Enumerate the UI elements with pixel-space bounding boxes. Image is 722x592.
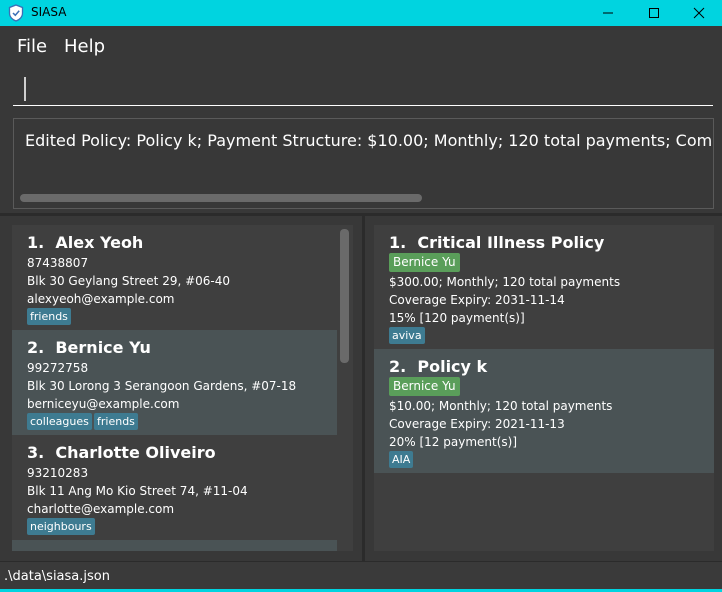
person-phone: 87438807 bbox=[27, 256, 89, 270]
tag: friends bbox=[94, 413, 138, 430]
person-card[interactable] bbox=[12, 540, 337, 551]
close-icon bbox=[693, 7, 705, 19]
window-title: SIASA bbox=[31, 5, 67, 19]
tag: colleagues bbox=[27, 413, 92, 430]
person-title: 1. Alex Yeoh bbox=[27, 233, 144, 252]
policy-commission: 20% [12 payment(s)] bbox=[389, 435, 518, 449]
command-input[interactable] bbox=[13, 71, 713, 106]
policy-title: 2. Policy k bbox=[389, 357, 488, 376]
result-text: Edited Policy: Policy k; Payment Structu… bbox=[25, 131, 713, 150]
person-email: charlotte@example.com bbox=[27, 502, 175, 516]
person-list: 1. Alex Yeoh 87438807 Blk 30 Geylang Str… bbox=[12, 225, 353, 551]
person-email: alexyeoh@example.com bbox=[27, 292, 175, 306]
menu-help[interactable]: Help bbox=[64, 36, 105, 57]
person-card[interactable]: 2. Bernice Yu 99272758 Blk 30 Lorong 3 S… bbox=[12, 330, 337, 435]
person-title: 3. Charlotte Oliveiro bbox=[27, 443, 216, 462]
split-divider-vertical[interactable] bbox=[362, 214, 365, 561]
menu-file[interactable]: File bbox=[17, 36, 47, 57]
person-address: Blk 30 Geylang Street 29, #06-40 bbox=[27, 274, 231, 288]
person-card[interactable]: 3. Charlotte Oliveiro 93210283 Blk 11 An… bbox=[12, 435, 337, 540]
policy-list: 1. Critical Illness Policy Bernice Yu $3… bbox=[374, 225, 714, 551]
person-title: 2. Bernice Yu bbox=[27, 338, 151, 357]
text-cursor bbox=[24, 77, 26, 101]
split-divider[interactable] bbox=[0, 213, 722, 216]
policy-expiry: Coverage Expiry: 2021-11-13 bbox=[389, 417, 565, 431]
tag: aviva bbox=[389, 327, 425, 344]
status-file-path: .\data\siasa.json bbox=[4, 569, 110, 584]
horizontal-scrollbar[interactable] bbox=[20, 194, 422, 202]
tag: friends bbox=[27, 308, 71, 325]
policy-owner-tag: Bernice Yu bbox=[389, 377, 460, 396]
result-display: Edited Policy: Policy k; Payment Structu… bbox=[13, 118, 714, 209]
status-bar: .\data\siasa.json bbox=[0, 561, 722, 589]
policy-payment: $10.00; Monthly; 120 total payments bbox=[389, 399, 613, 413]
shield-icon bbox=[8, 4, 24, 22]
person-address: Blk 30 Lorong 3 Serangoon Gardens, #07-1… bbox=[27, 379, 297, 393]
vertical-scrollbar[interactable] bbox=[340, 229, 349, 363]
person-phone: 93210283 bbox=[27, 466, 89, 480]
person-card[interactable]: 1. Alex Yeoh 87438807 Blk 30 Geylang Str… bbox=[12, 225, 337, 330]
policy-card[interactable]: 2. Policy k Bernice Yu $10.00; Monthly; … bbox=[374, 349, 714, 473]
close-button[interactable] bbox=[676, 0, 722, 26]
person-address: Blk 11 Ang Mo Kio Street 74, #11-04 bbox=[27, 484, 248, 498]
policy-title: 1. Critical Illness Policy bbox=[389, 233, 605, 252]
policy-commission: 15% [120 payment(s)] bbox=[389, 311, 525, 325]
policy-expiry: Coverage Expiry: 2031-11-14 bbox=[389, 293, 565, 307]
title-bar: SIASA bbox=[0, 0, 722, 26]
policy-card[interactable]: 1. Critical Illness Policy Bernice Yu $3… bbox=[374, 225, 714, 349]
maximize-button[interactable] bbox=[631, 0, 677, 26]
person-email: berniceyu@example.com bbox=[27, 397, 180, 411]
minimize-button[interactable] bbox=[585, 0, 631, 26]
policy-payment: $300.00; Monthly; 120 total payments bbox=[389, 275, 621, 289]
policy-owner-tag: Bernice Yu bbox=[389, 253, 460, 272]
maximize-icon bbox=[649, 8, 659, 18]
minimize-icon bbox=[603, 12, 613, 14]
menu-bar: File Help bbox=[0, 26, 722, 64]
tag: AIA bbox=[389, 451, 414, 468]
person-phone: 99272758 bbox=[27, 361, 89, 375]
tag: neighbours bbox=[27, 518, 95, 535]
